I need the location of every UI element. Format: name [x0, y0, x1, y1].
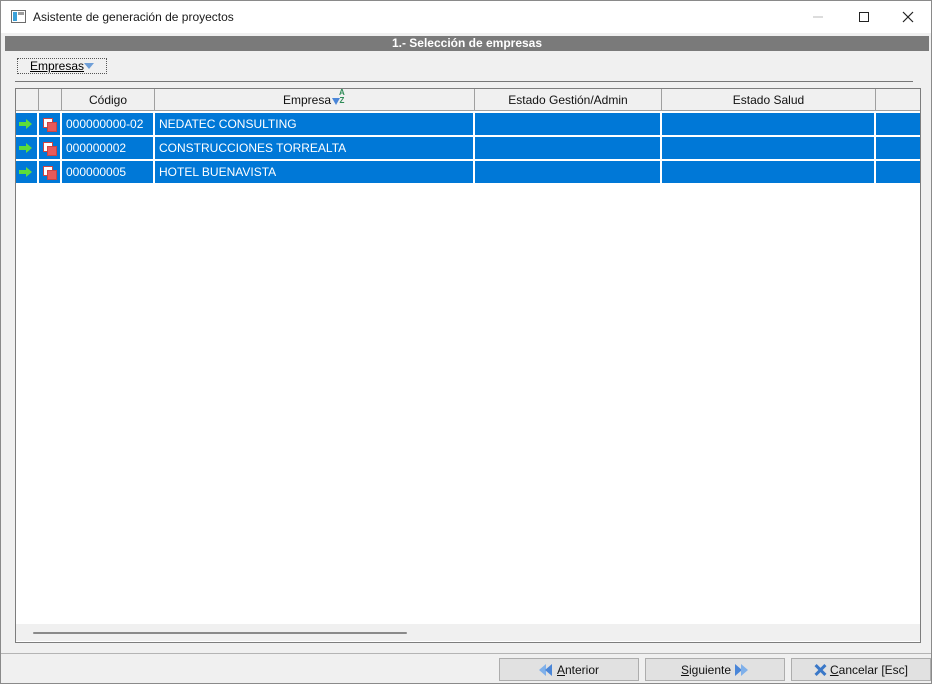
next-button[interactable]: Siguiente [645, 658, 785, 681]
arrow-right-icon [19, 119, 33, 129]
company-record-icon [43, 166, 57, 180]
wizard-window: Asistente de generación de proyectos 1.-… [0, 0, 932, 684]
cell-extra [876, 161, 920, 183]
previous-button[interactable]: Anterior [499, 658, 639, 681]
cancel-button-label: Cancelar [Esc] [829, 662, 909, 677]
table-row[interactable]: 000000002 CONSTRUCCIONES TORREALTA [16, 137, 920, 159]
chevron-down-icon [84, 63, 94, 69]
column-header-icon[interactable] [39, 89, 62, 111]
company-record-icon [43, 118, 57, 132]
arrow-right-icon [19, 143, 33, 153]
column-header-empresa[interactable]: Empresa A Z [155, 89, 475, 111]
arrow-right-icon [19, 167, 33, 177]
empresas-dropdown-button[interactable]: Empresas [17, 58, 107, 74]
table-row[interactable]: 000000005 HOTEL BUENAVISTA [16, 161, 920, 183]
cell-empresa: NEDATEC CONSULTING [155, 113, 475, 135]
cell-estado-gestion [475, 113, 662, 135]
cell-estado-salud [662, 161, 876, 183]
column-header-estado-gestion[interactable]: Estado Gestión/Admin [475, 89, 662, 111]
maximize-button[interactable] [841, 1, 887, 33]
section-title-bar: 1.- Selección de empresas [5, 36, 929, 51]
cancel-button[interactable]: Cancelar [Esc] [791, 658, 931, 681]
close-icon [902, 11, 914, 23]
cell-estado-salud [662, 113, 876, 135]
double-arrow-right-icon [735, 663, 749, 676]
next-button-label: Siguiente [680, 662, 732, 677]
table-row[interactable]: 000000000-02 NEDATEC CONSULTING [16, 113, 920, 135]
divider [15, 81, 913, 82]
sort-az-icon: AZ [332, 89, 346, 106]
company-record-icon [43, 142, 57, 156]
cell-extra [876, 113, 920, 135]
grid-header: Código Empresa A Z Estado Gestión/Admin Es… [16, 89, 920, 111]
cancel-x-icon [814, 664, 826, 676]
companies-grid: Código Empresa A Z Estado Gestión/Admin Es… [15, 88, 921, 643]
scrollbar-thumb[interactable] [33, 632, 407, 634]
column-header-empresa-label: Empresa [282, 93, 332, 107]
window-app-icon [11, 10, 26, 23]
horizontal-scrollbar[interactable] [16, 624, 920, 641]
cell-estado-salud [662, 137, 876, 159]
cell-estado-gestion [475, 161, 662, 183]
double-arrow-left-icon [538, 663, 553, 676]
column-header-estado-salud[interactable]: Estado Salud [662, 89, 876, 111]
previous-button-label: Anterior [556, 662, 600, 677]
close-button[interactable] [885, 1, 931, 33]
empresas-dropdown-label: Empresas [30, 59, 85, 73]
minimize-button[interactable] [795, 1, 841, 33]
cell-extra [876, 137, 920, 159]
minimize-icon [813, 16, 823, 18]
maximize-icon [859, 12, 869, 22]
window-title: Asistente de generación de proyectos [33, 10, 234, 24]
column-header-indicator[interactable] [16, 89, 39, 111]
cell-empresa: CONSTRUCCIONES TORREALTA [155, 137, 475, 159]
cell-codigo: 000000005 [62, 161, 155, 183]
footer-divider [1, 653, 931, 654]
cell-empresa: HOTEL BUENAVISTA [155, 161, 475, 183]
cell-codigo: 000000000-02 [62, 113, 155, 135]
title-bar: Asistente de generación de proyectos [1, 1, 931, 33]
cell-estado-gestion [475, 137, 662, 159]
column-header-extra[interactable] [876, 89, 920, 111]
column-header-codigo[interactable]: Código [62, 89, 155, 111]
cell-codigo: 000000002 [62, 137, 155, 159]
